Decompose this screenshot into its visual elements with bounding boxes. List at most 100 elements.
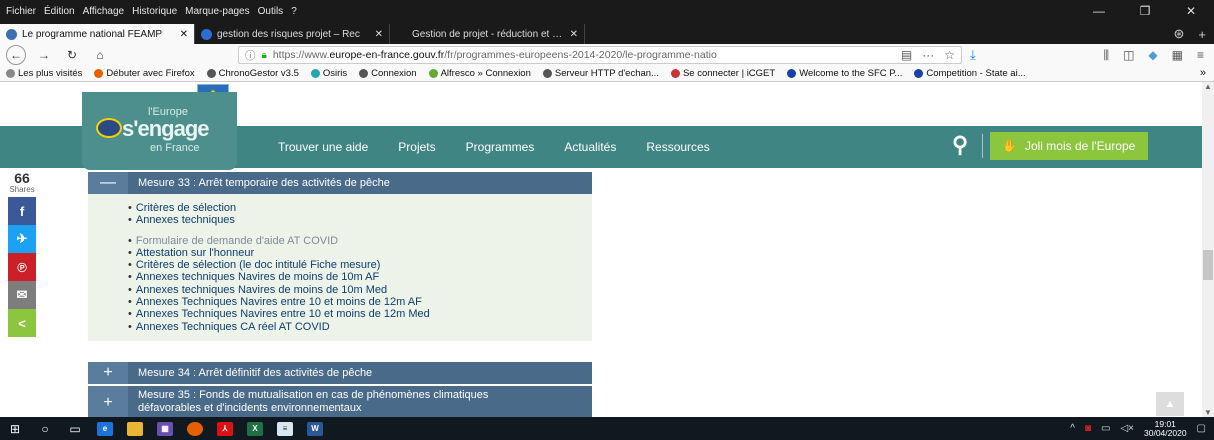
page-scrollbar[interactable]: ▲ ▼: [1202, 82, 1214, 417]
menu-icon[interactable]: ≡: [1197, 48, 1204, 63]
collapse-icon[interactable]: —: [88, 172, 128, 194]
home-icon[interactable]: ⌂: [90, 45, 110, 65]
facebook-share-icon[interactable]: f: [8, 197, 36, 225]
notepad-icon[interactable]: ≡: [270, 417, 300, 440]
edge-icon[interactable]: e: [90, 417, 120, 440]
bookmarks-toolbar: Les plus visités Débuter avec Firefox Chro…: [0, 66, 1214, 82]
expand-icon[interactable]: +: [88, 362, 128, 384]
clock-date: 30/04/2020: [1144, 427, 1187, 438]
volume-icon[interactable]: ◁×: [1120, 423, 1134, 434]
clock[interactable]: 19:01 30/04/2020: [1144, 419, 1187, 438]
antivirus-icon[interactable]: ◙: [1085, 423, 1091, 434]
bookmark-item[interactable]: Débuter avec Firefox: [94, 68, 195, 79]
extension2-icon[interactable]: ▦: [1172, 48, 1183, 63]
email-share-icon[interactable]: ✉: [8, 281, 36, 309]
minimize-icon[interactable]: —: [1076, 4, 1122, 18]
reload-icon[interactable]: ↻: [62, 45, 82, 65]
document-link[interactable]: Annexes Techniques Navires entre 10 et m…: [128, 296, 592, 308]
bookmark-star-icon[interactable]: ☆: [944, 48, 955, 62]
page-actions-icon[interactable]: ···: [922, 48, 934, 62]
document-link[interactable]: Formulaire de demande d'aide AT COVID: [128, 235, 592, 247]
tray-chevron-icon[interactable]: ^: [1070, 423, 1075, 434]
pinterest-share-icon[interactable]: ℗: [8, 253, 36, 281]
rss-icon[interactable]: ⊛: [1174, 26, 1185, 42]
expand-icon[interactable]: +: [88, 386, 128, 417]
library-icon[interactable]: ⫼: [1104, 48, 1110, 63]
mesure-35-header[interactable]: + Mesure 35 : Fonds de mutualisation en …: [88, 386, 592, 417]
twitter-share-icon[interactable]: ✈: [8, 225, 36, 253]
mesure-34-header[interactable]: + Mesure 34 : Arrêt définitif des activi…: [88, 362, 592, 384]
address-bar[interactable]: ⓘ 🔒︎ https://www.europe-en-france.gouv.f…: [238, 46, 962, 64]
nav-item[interactable]: Actualités: [564, 140, 616, 154]
excel-icon[interactable]: X: [240, 417, 270, 440]
back-icon[interactable]: ←: [6, 45, 26, 65]
browser-tab[interactable]: gestion des risques projet – Rec ✕: [195, 24, 390, 44]
bookmark-item[interactable]: Connexion: [359, 68, 417, 79]
document-link[interactable]: Annexes techniques: [128, 214, 592, 226]
back-to-top-button[interactable]: ▲: [1156, 392, 1184, 416]
bookmark-favicon-icon: [914, 69, 924, 78]
joli-mois-button[interactable]: ✋ Joli mois de l'Europe: [990, 132, 1148, 160]
bookmark-item[interactable]: Les plus visités: [6, 68, 82, 79]
download-icon[interactable]: ⤓: [970, 47, 976, 63]
search-taskbar-icon[interactable]: ○: [30, 417, 60, 440]
close-tab-icon[interactable]: ✕: [375, 29, 383, 40]
search-icon[interactable]: ⚲: [952, 132, 968, 158]
document-link[interactable]: Annexes techniques Navires de moins de 1…: [128, 284, 592, 296]
extension-icon[interactable]: ◆: [1148, 48, 1157, 63]
notifications-icon[interactable]: ▢: [1197, 423, 1206, 434]
bookmark-item[interactable]: ChronoGestor v3.5: [206, 68, 299, 79]
sidebar-icon[interactable]: ◫: [1123, 48, 1134, 63]
document-link[interactable]: Annexes Techniques CA réel AT COVID: [128, 321, 592, 333]
menu-item[interactable]: Historique: [132, 6, 177, 17]
bookmark-item[interactable]: Alfresco » Connexion: [428, 68, 531, 79]
store-icon[interactable]: ▦: [150, 417, 180, 440]
info-icon[interactable]: ⓘ: [245, 48, 256, 63]
scroll-down-icon[interactable]: ▼: [1204, 408, 1212, 417]
close-icon[interactable]: ✕: [1168, 4, 1214, 18]
document-link[interactable]: Annexes Techniques Navires entre 10 et m…: [128, 308, 592, 320]
forward-icon[interactable]: →: [34, 45, 54, 65]
divider: [982, 134, 983, 158]
word-icon[interactable]: W: [300, 417, 330, 440]
document-link[interactable]: Attestation sur l'honneur: [128, 247, 592, 259]
firefox-icon[interactable]: [180, 417, 210, 440]
file-explorer-icon[interactable]: [120, 417, 150, 440]
browser-tab[interactable]: Gestion de projet - réduction et sui ✕: [390, 24, 585, 44]
bookmark-item[interactable]: Se connecter | iCGET: [670, 68, 775, 79]
bookmark-item[interactable]: Welcome to the SFC P...: [787, 68, 902, 79]
nav-item[interactable]: Projets: [398, 140, 435, 154]
bookmark-item[interactable]: Serveur HTTP d'echan...: [542, 68, 659, 79]
menu-item[interactable]: Marque-pages: [185, 6, 249, 17]
share-share-icon[interactable]: <: [8, 309, 36, 337]
task-view-icon[interactable]: ▭: [60, 417, 90, 440]
accordion-mesure-33: — Mesure 33 : Arrêt temporaire des activ…: [88, 172, 592, 341]
menu-item[interactable]: Affichage: [83, 6, 125, 17]
bookmark-item[interactable]: Osiris: [310, 68, 347, 79]
menu-item[interactable]: Fichier: [6, 6, 36, 17]
mesure-33-header[interactable]: — Mesure 33 : Arrêt temporaire des activ…: [88, 172, 592, 194]
reader-view-icon[interactable]: ▤: [901, 48, 912, 62]
windows-start-icon[interactable]: ⊞: [0, 417, 30, 440]
close-tab-icon[interactable]: ✕: [180, 29, 188, 40]
scroll-up-icon[interactable]: ▲: [1204, 82, 1212, 91]
site-logo[interactable]: l'Europe s'engage en France: [82, 92, 237, 170]
menu-item[interactable]: Outils: [258, 6, 284, 17]
restore-icon[interactable]: ❐: [1122, 4, 1168, 18]
nav-item[interactable]: Trouver une aide: [278, 140, 368, 154]
acrobat-icon[interactable]: ⅄: [210, 417, 240, 440]
bookmark-item[interactable]: Competition - State ai...: [914, 68, 1026, 79]
menu-item[interactable]: ?: [291, 6, 297, 17]
document-link[interactable]: Critères de sélection: [128, 202, 592, 214]
more-bookmarks-icon[interactable]: »: [1200, 67, 1206, 79]
document-link[interactable]: Critères de sélection (le doc intitulé F…: [128, 259, 592, 271]
nav-item[interactable]: Programmes: [466, 140, 535, 154]
browser-tab[interactable]: Le programme national FEAMP ✕: [0, 24, 195, 44]
close-tab-icon[interactable]: ✕: [570, 29, 578, 40]
network-icon[interactable]: ▭: [1101, 423, 1110, 434]
menu-item[interactable]: Édition: [44, 6, 75, 17]
scroll-thumb[interactable]: [1203, 250, 1213, 280]
document-link[interactable]: Annexes techniques Navires de moins de 1…: [128, 271, 592, 283]
nav-item[interactable]: Ressources: [646, 140, 709, 154]
new-tab-icon[interactable]: +: [1198, 27, 1206, 42]
